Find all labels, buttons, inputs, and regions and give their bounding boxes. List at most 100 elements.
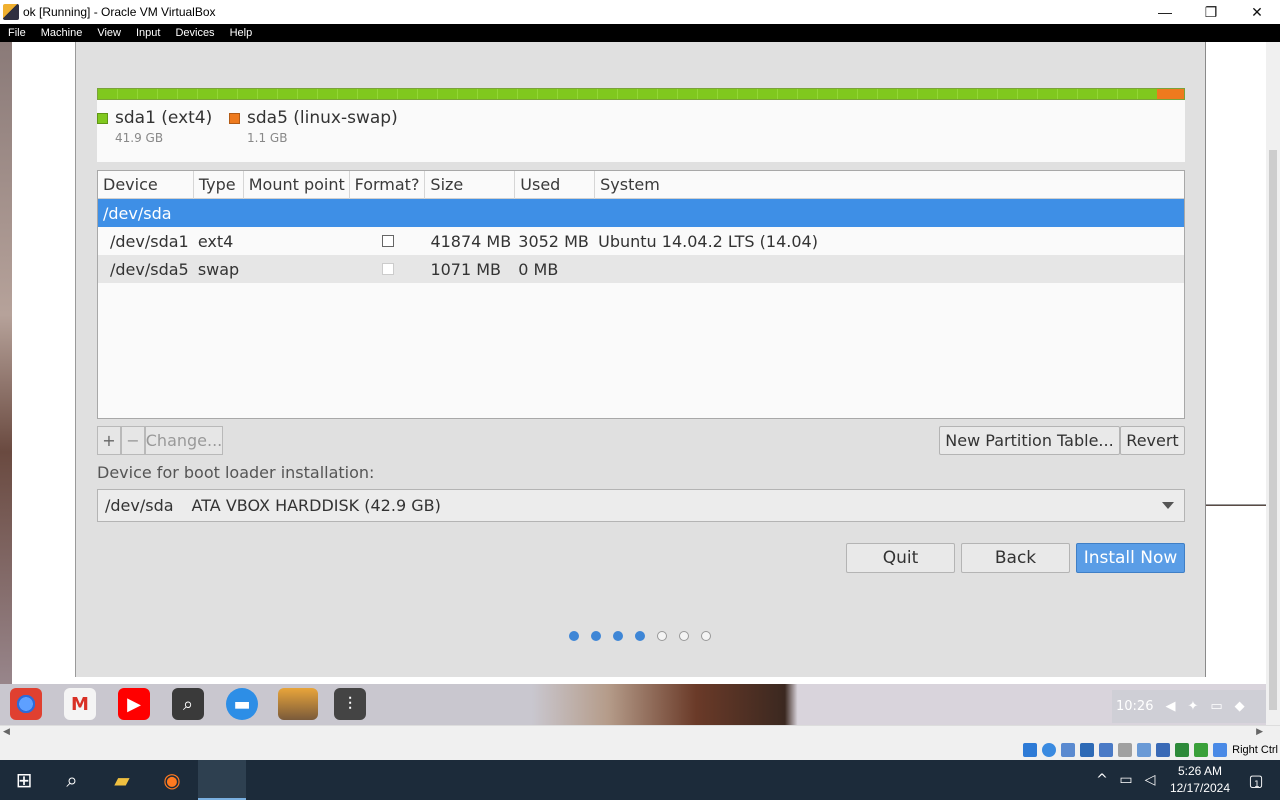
progress-dot [591, 631, 601, 641]
partition-table: Device Type Mount point Format? Size Use… [97, 170, 1185, 419]
menu-view[interactable]: View [89, 27, 128, 39]
col-type[interactable]: Type [194, 171, 244, 199]
settings-icon[interactable]: ⫶ [334, 688, 366, 720]
guest-clock: 10:26 [1116, 699, 1154, 714]
col-size[interactable]: Size [425, 171, 516, 199]
menu-input[interactable]: Input [128, 27, 167, 39]
windows-taskbar: ⊞ ⌕ ▰ ◉ ^ ▭ ◁ 5:26 AM 12/17/2024 ▢ 1 [0, 760, 1280, 800]
gmail-icon[interactable]: M [64, 688, 96, 720]
boot-device-select[interactable]: /dev/sda ATA VBOX HARDDISK (42.9 GB) [97, 489, 1185, 522]
legend-label: sda1 (ext4) [115, 108, 213, 128]
table-row[interactable]: /dev/sda1 ext4 41874 MB 3052 MB Ubuntu 1… [98, 227, 1184, 255]
add-partition-button[interactable]: + [97, 426, 121, 455]
virtualbox-app-icon [3, 4, 19, 20]
col-system[interactable]: System [595, 171, 1184, 199]
menu-machine[interactable]: Machine [33, 27, 90, 39]
windows-start-icon[interactable]: ⊞ [0, 760, 48, 800]
progress-dot [635, 631, 645, 641]
horizontal-scrollbar[interactable]: ◀ ▶ [0, 725, 1280, 739]
format-checkbox-disabled [381, 262, 394, 275]
system-clock[interactable]: 5:26 AM 12/17/2024 [1170, 763, 1230, 797]
show-hidden-icons-icon[interactable]: ^ [1090, 760, 1114, 800]
scroll-left-arrow-icon[interactable]: ◀ [3, 727, 10, 737]
legend-label: sda5 (linux-swap) [247, 108, 398, 128]
progress-dot [613, 631, 623, 641]
menu-devices[interactable]: Devices [167, 27, 221, 39]
notification-count: 1 [1254, 780, 1260, 790]
network-icon: ✦ [1187, 699, 1199, 714]
col-used[interactable]: Used [515, 171, 596, 199]
back-button[interactable]: Back [961, 543, 1070, 573]
cell-device: /dev/sda5 [110, 259, 189, 279]
cell-device: /dev/sda1 [110, 231, 189, 251]
boot-device-value: /dev/sda [105, 496, 174, 515]
remove-partition-button[interactable]: − [121, 426, 145, 455]
install-now-button[interactable]: Install Now [1076, 543, 1185, 573]
col-device[interactable]: Device [98, 171, 194, 199]
window-title: ok [Running] - Oracle VM VirtualBox [23, 5, 216, 19]
hard-disk-icon[interactable] [1023, 742, 1038, 757]
legend-size: 41.9 GB [115, 131, 164, 145]
table-row[interactable]: /dev/sda5 swap 1071 MB 0 MB [98, 255, 1184, 283]
cell-type: ext4 [197, 231, 234, 251]
clock-date: 12/17/2024 [1169, 781, 1230, 795]
usb-icon[interactable] [1099, 742, 1114, 757]
close-button[interactable]: ✕ [1234, 0, 1280, 24]
quit-button[interactable]: Quit [846, 543, 955, 573]
col-format[interactable]: Format? [350, 171, 426, 199]
boot-device-desc: ATA VBOX HARDDISK (42.9 GB) [191, 496, 441, 515]
change-partition-button[interactable]: Change... [145, 426, 223, 455]
cell-format [350, 260, 426, 279]
youtube-icon[interactable]: ▶ [118, 688, 150, 720]
shared-folders-icon[interactable] [1118, 742, 1133, 757]
new-partition-table-button[interactable]: New Partition Table... [939, 426, 1120, 455]
scrollbar-thumb[interactable] [1269, 150, 1277, 710]
partition-bar-swap [1157, 89, 1184, 99]
file-explorer-icon[interactable]: ▰ [98, 760, 146, 800]
partition-bar [97, 88, 1185, 100]
desktop-wallpaper [0, 42, 12, 725]
cell-used: 0 MB [518, 259, 559, 279]
optical-drive-icon[interactable] [1042, 742, 1057, 757]
guest-screen[interactable]: sda1 (ext4) 41.9 GB sda5 (linux-swap) 1.… [0, 42, 1266, 725]
video-capture-icon[interactable] [1156, 742, 1171, 757]
chrome-icon[interactable] [10, 688, 42, 720]
search-icon[interactable]: ⌕ [172, 688, 204, 720]
vbox-menubar: File Machine View Input Devices Help [0, 24, 1280, 42]
format-checkbox[interactable] [381, 234, 394, 247]
display-icon[interactable] [1137, 742, 1152, 757]
virtualbox-icon[interactable] [278, 688, 318, 720]
volume-icon: ◀ [1165, 699, 1176, 714]
boot-loader-label: Device for boot loader installation: [97, 463, 375, 482]
virtualbox-taskbar-icon[interactable] [198, 760, 246, 800]
minimize-button[interactable]: — [1142, 0, 1188, 24]
legend-size: 1.1 GB [247, 131, 288, 145]
cell-used: 3052 MB [518, 231, 589, 251]
mouse-integration-icon[interactable] [1194, 742, 1209, 757]
vbox-statusbar: Right Ctrl [0, 739, 1280, 760]
legend-sda1: sda1 (ext4) 41.9 GB [97, 108, 212, 145]
audio-icon[interactable] [1061, 742, 1076, 757]
keyboard-capture-icon[interactable] [1213, 742, 1228, 757]
guest-right-panel-lower [1206, 506, 1266, 677]
menu-help[interactable]: Help [222, 27, 260, 39]
virtualization-icon[interactable] [1175, 742, 1190, 757]
revert-button[interactable]: Revert [1120, 426, 1185, 455]
guest-status-tray[interactable]: 10:26 ◀ ✦ ▭ ◆ [1112, 690, 1266, 723]
search-icon[interactable]: ⌕ [48, 760, 96, 800]
scroll-right-arrow-icon[interactable]: ▶ [1256, 727, 1263, 737]
progress-dots [569, 631, 723, 641]
volume-tray-icon[interactable]: ◁ [1138, 760, 1162, 800]
network-tray-icon[interactable]: ▭ [1114, 760, 1138, 800]
host-key-label: Right Ctrl [1232, 743, 1278, 756]
cell-format [350, 232, 426, 251]
vertical-scrollbar[interactable] [1266, 42, 1280, 725]
table-row-disk[interactable]: /dev/sda [98, 199, 1184, 227]
firefox-icon[interactable]: ◉ [148, 760, 196, 800]
menu-file[interactable]: File [0, 27, 33, 39]
cell-type: swap [197, 259, 240, 279]
maximize-button[interactable]: ❐ [1188, 0, 1234, 24]
col-mount-point[interactable]: Mount point [244, 171, 350, 199]
network-adapter-icon[interactable] [1080, 742, 1095, 757]
files-icon[interactable]: ▬ [226, 688, 258, 720]
